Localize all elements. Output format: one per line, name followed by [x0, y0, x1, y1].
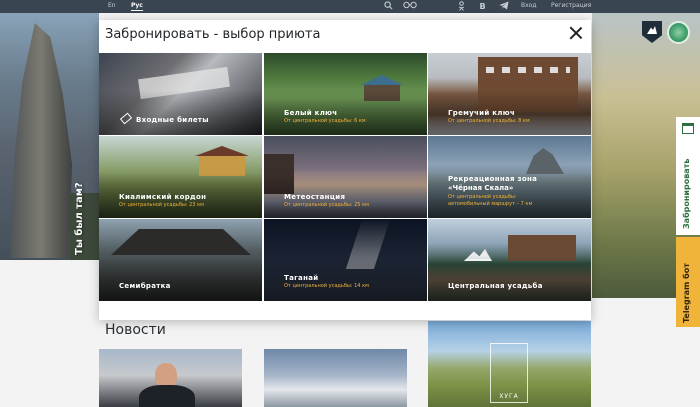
news-heading: Новости [105, 322, 166, 338]
shelter-distance: От центральной усадьбы: 23 км [119, 202, 204, 208]
booking-modal: Забронировать - выбор приюта Входные бил… [99, 20, 591, 320]
close-icon[interactable] [569, 26, 583, 40]
side-booking-label: Забронировать [682, 158, 691, 229]
shelter-distance-line-2: автомобильный маршрут – 7 км [448, 201, 533, 207]
shelter-name: Белый ключ [284, 109, 338, 117]
shelter-card-belyi-klyuch[interactable]: Белый ключ От центральной усадьбы: 6 км [264, 53, 427, 135]
shelter-card-chernaya-skala[interactable]: Рекреационная зона «Чёрная Скала» От цен… [428, 136, 591, 218]
shelter-name-line-1: Рекреационная зона [448, 175, 538, 183]
shelter-card-tickets[interactable]: Входные билеты [99, 53, 262, 135]
modal-title: Забронировать - выбор приюта [105, 27, 321, 42]
shelter-name: Таганай [284, 274, 319, 282]
card-image [111, 229, 251, 255]
shelter-name-line-2: «Чёрная Скала» [448, 184, 514, 192]
shelter-card-tsentralnaya-usadba[interactable]: Центральная усадьба [428, 219, 591, 301]
shelter-name: Семибратка [119, 282, 171, 290]
shelter-grid: Входные билеты Белый ключ От центральной… [99, 53, 591, 320]
login-link[interactable]: Вход [521, 2, 537, 10]
shelter-card-kialimskii-kordon[interactable]: Киалимский кордон От центральной усадьбы… [99, 136, 262, 218]
top-bar: En Рус В Вход Регистрация [0, 0, 700, 13]
shelter-distance: От центральной усадьбы: 14 км [284, 283, 369, 289]
news-card-1[interactable] [99, 349, 242, 407]
shelter-distance: От центральной усадьбы: 6 км [284, 118, 366, 124]
search-icon[interactable] [383, 1, 394, 12]
shelter-name: Центральная усадьба [448, 282, 543, 290]
shelter-name: Гремучий ключ [448, 109, 515, 117]
side-telegram-label: Telegram бот [682, 263, 691, 323]
shelter-name: Входные билеты [136, 116, 209, 124]
news-card-3-badge: ХУГА [490, 343, 528, 403]
shelter-card-semibratka[interactable]: Семибратка [99, 219, 262, 301]
shelter-name: Киалимский кордон [119, 193, 207, 201]
shelter-name: Метеостанция [284, 193, 346, 201]
news-card-2[interactable] [264, 349, 407, 407]
side-telegram-bot-button[interactable]: Telegram бот [676, 237, 700, 327]
telegram-icon[interactable] [498, 1, 509, 12]
odnoklassniki-icon[interactable] [456, 1, 467, 12]
lang-ru-link[interactable]: Рус [131, 2, 143, 11]
shelter-distance: От центральной усадьбы: 25 км [284, 202, 369, 208]
shelter-card-meteostantsiya[interactable]: Метеостанция От центральной усадьбы: 25 … [264, 136, 427, 218]
shelter-distance-line-1: От центральной усадьбы: [448, 194, 517, 200]
eco-circle-logo[interactable] [667, 21, 690, 44]
vk-icon[interactable]: В [477, 1, 488, 12]
register-link[interactable]: Регистрация [551, 2, 591, 10]
side-booking-button[interactable]: Забронировать [676, 117, 700, 235]
lang-en-link[interactable]: En [108, 2, 116, 10]
rock-photo-label: Ты был там? [74, 182, 85, 255]
badge-text: ХУГА [499, 393, 519, 400]
glasses-icon[interactable] [403, 1, 417, 12]
shelter-card-taganai[interactable]: Таганай От центральной усадьбы: 14 км [264, 219, 427, 301]
card-image [526, 148, 564, 174]
shelter-distance: От центральной усадьбы: 8 км [448, 118, 530, 124]
shelter-card-gremuchii-klyuch[interactable]: Гремучий ключ От центральной усадьбы: 8 … [428, 53, 591, 135]
